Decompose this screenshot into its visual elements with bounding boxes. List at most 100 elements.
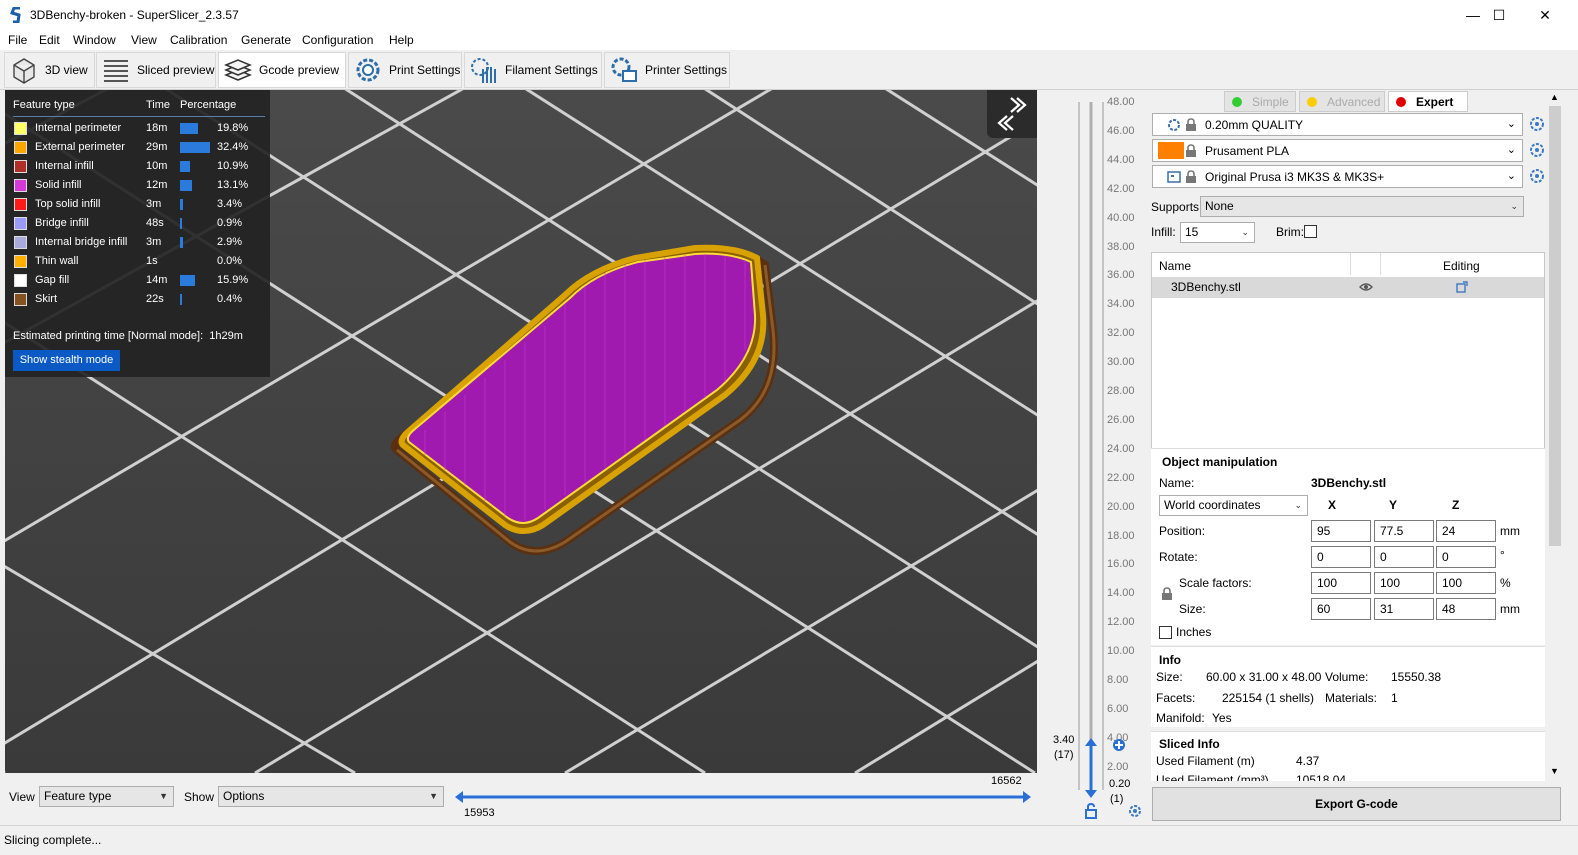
infill-value: 15 xyxy=(1185,225,1199,239)
legend-row[interactable]: Thin wall 1s 0.0% xyxy=(5,252,270,271)
filament-preset-select[interactable]: Prusament PLA ⌄ xyxy=(1152,139,1523,162)
printer-preset-select[interactable]: Original Prusa i3 MK3S & MK3S+ ⌄ xyxy=(1152,165,1523,188)
layer-tick-label: 28.00 xyxy=(1107,385,1135,397)
size-z-input[interactable]: 48 xyxy=(1436,598,1496,620)
legend-row[interactable]: Internal perimeter 18m 19.8% xyxy=(5,119,270,138)
menu-calibration[interactable]: Calibration xyxy=(170,33,227,47)
menu-generate[interactable]: Generate xyxy=(241,33,291,47)
view-type-select[interactable]: Feature type ▼ xyxy=(39,786,174,807)
scroll-down-icon[interactable]: ▼ xyxy=(1550,766,1559,776)
infill-label: Infill: xyxy=(1151,225,1176,239)
position-y-input[interactable]: 77.5 xyxy=(1374,520,1434,542)
move-slider[interactable] xyxy=(454,789,1032,805)
show-options-select[interactable]: Options ▼ xyxy=(218,786,444,807)
show-stealth-mode-button[interactable]: Show stealth mode xyxy=(13,350,120,371)
legend-feature-name: Skirt xyxy=(35,293,57,305)
export-gcode-button[interactable]: Export G-code xyxy=(1152,787,1561,821)
eye-icon[interactable] xyxy=(1359,282,1373,292)
supports-select[interactable]: None ⌄ xyxy=(1200,196,1524,217)
tab-printer-settings[interactable]: Printer Settings xyxy=(604,52,730,88)
size-x-input[interactable]: 60 xyxy=(1311,598,1371,620)
red-dot-icon xyxy=(1396,96,1406,107)
menu-window[interactable]: Window xyxy=(73,33,116,47)
legend-color-swatch xyxy=(14,160,27,173)
scale-y-input[interactable]: 100 xyxy=(1374,572,1434,594)
mode-advanced-button[interactable]: Advanced xyxy=(1299,91,1385,112)
tab-3d-view[interactable]: 3D view xyxy=(4,52,95,88)
legend-feature-time: 18m xyxy=(146,122,168,134)
status-bar: Slicing complete... xyxy=(0,825,1578,855)
chevron-down-icon: ⌄ xyxy=(1241,227,1249,237)
used-filament-m-value: 4.37 xyxy=(1296,754,1320,768)
scale-lock-icon[interactable] xyxy=(1161,587,1173,601)
mode-expert-button[interactable]: Expert xyxy=(1388,91,1468,112)
legend-feature-percent: 32.4% xyxy=(217,141,249,153)
print-preset-settings-icon[interactable] xyxy=(1529,116,1545,132)
tab-print-settings[interactable]: Print Settings xyxy=(348,52,462,88)
legend-row[interactable]: Internal bridge infill 3m 2.9% xyxy=(5,233,270,252)
object-row[interactable]: 3DBenchy.stl xyxy=(1152,277,1544,298)
layer-tick-label: 2.00 xyxy=(1107,760,1129,773)
legend-row[interactable]: Gap fill 14m 15.9% xyxy=(5,271,270,290)
column-name-header: Name xyxy=(1159,259,1192,273)
tab-filament-settings[interactable]: Filament Settings xyxy=(464,52,602,88)
tab-sliced-preview[interactable]: Sliced preview xyxy=(96,52,216,88)
chevron-down-icon: ▼ xyxy=(429,791,438,801)
scale-z-input[interactable]: 100 xyxy=(1436,572,1496,594)
add-color-change-icon[interactable] xyxy=(1112,738,1126,752)
rotate-label: Rotate: xyxy=(1159,550,1198,564)
unlock-icon[interactable] xyxy=(1084,803,1098,819)
scrollbar-thumb[interactable] xyxy=(1549,106,1561,546)
layer-tick-label: 16.00 xyxy=(1107,558,1135,571)
menu-help[interactable]: Help xyxy=(389,33,414,47)
scale-x-input[interactable]: 100 xyxy=(1311,572,1371,594)
print-settings-gear-icon xyxy=(1168,119,1180,131)
mode-simple-button[interactable]: Simple xyxy=(1224,91,1296,112)
rotate-y-input[interactable]: 0 xyxy=(1374,546,1434,568)
cube-icon xyxy=(13,58,35,84)
slider-settings-gear-icon[interactable] xyxy=(1128,804,1142,818)
tab-gcode-preview[interactable]: Gcode preview xyxy=(218,52,346,88)
legend-row[interactable]: Internal infill 10m 10.9% xyxy=(5,157,270,176)
legend-row[interactable]: Solid infill 12m 13.1% xyxy=(5,176,270,195)
filament-preset-settings-icon[interactable] xyxy=(1529,142,1545,158)
position-x-input[interactable]: 95 xyxy=(1311,520,1371,542)
printer-preset-settings-icon[interactable] xyxy=(1529,168,1545,184)
position-unit: mm xyxy=(1500,524,1520,538)
maximize-button[interactable]: ☐ xyxy=(1476,0,1522,30)
layer-slider[interactable]: 48.00 46.00 44.00 42.00 40.00 38.00 36.00 34.00… xyxy=(1045,90,1145,825)
legend-feature-name: Gap fill xyxy=(35,274,70,286)
legend-feature-time: 12m xyxy=(146,179,168,191)
column-editing-header: Editing xyxy=(1443,259,1480,273)
chevron-down-icon: ⌄ xyxy=(1510,201,1518,211)
infill-select[interactable]: 15 ⌄ xyxy=(1180,222,1255,243)
inches-checkbox[interactable] xyxy=(1159,626,1172,639)
legend-row[interactable]: Bridge infill 48s 0.9% xyxy=(5,214,270,233)
size-y-input[interactable]: 31 xyxy=(1374,598,1434,620)
brim-checkbox[interactable] xyxy=(1304,225,1317,238)
coordinates-select[interactable]: World coordinates ⌄ xyxy=(1159,495,1308,516)
used-filament-m-label: Used Filament (m) xyxy=(1156,754,1255,768)
legend-row[interactable]: External perimeter 29m 32.4% xyxy=(5,138,270,157)
legend-percentage-bar xyxy=(180,237,183,248)
collapse-sidebar-button[interactable] xyxy=(987,90,1037,138)
scroll-up-icon[interactable]: ▲ xyxy=(1550,92,1559,102)
close-button[interactable]: ✕ xyxy=(1522,0,1568,30)
rotate-z-input[interactable]: 0 xyxy=(1436,546,1496,568)
menu-file[interactable]: File xyxy=(8,33,27,47)
legend-feature-percent: 3.4% xyxy=(217,198,243,210)
tab-label: Print Settings xyxy=(389,63,461,77)
tab-bar: 3D view Sliced preview Gcode preview Pri… xyxy=(0,50,1578,90)
legend-row[interactable]: Skirt 22s 0.4% xyxy=(5,290,270,309)
menu-edit[interactable]: Edit xyxy=(39,33,60,47)
tab-label: Gcode preview xyxy=(259,63,340,77)
edit-object-icon[interactable] xyxy=(1455,280,1469,294)
rotate-x-input[interactable]: 0 xyxy=(1311,546,1371,568)
supports-label: Supports: xyxy=(1151,200,1203,214)
sidebar-scrollbar[interactable]: ▲ ▼ xyxy=(1547,90,1563,782)
legend-row[interactable]: Top solid infill 3m 3.4% xyxy=(5,195,270,214)
menu-configuration[interactable]: Configuration xyxy=(302,33,373,47)
print-preset-select[interactable]: 0.20mm QUALITY ⌄ xyxy=(1152,113,1523,136)
position-z-input[interactable]: 24 xyxy=(1436,520,1496,542)
menu-view[interactable]: View xyxy=(131,33,157,47)
